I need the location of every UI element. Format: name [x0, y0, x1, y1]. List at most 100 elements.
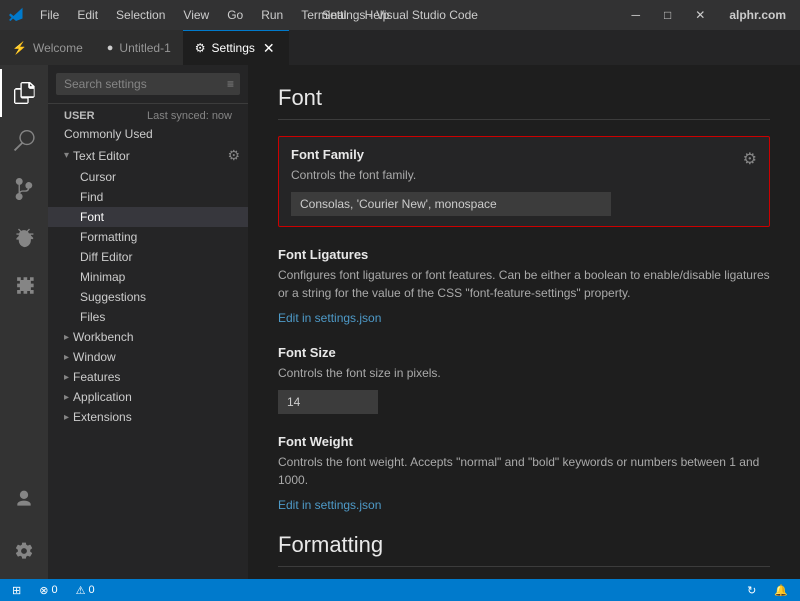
- font-family-gear-icon[interactable]: ⚙: [743, 149, 757, 169]
- sidebar-item-text-editor[interactable]: ▾ Text Editor ⚙: [48, 144, 248, 167]
- menu-run[interactable]: Run: [253, 6, 291, 24]
- close-button[interactable]: ✕: [689, 6, 711, 24]
- sidebar-item-diff-editor[interactable]: Diff Editor: [48, 247, 248, 267]
- sidebar-item-workbench[interactable]: ▸ Workbench: [48, 327, 248, 347]
- diff-editor-label: Diff Editor: [80, 250, 132, 264]
- font-section-heading: Font: [278, 85, 770, 120]
- formatting-section-heading: Formatting: [278, 532, 770, 567]
- sidebar-user-label: User: [64, 110, 95, 122]
- window-title: Settings - Visual Studio Code: [322, 8, 478, 22]
- settings-tab-label: Settings: [212, 41, 255, 55]
- status-right: ↻ 🔔: [743, 584, 792, 597]
- font-weight-link[interactable]: Edit in settings.json: [278, 498, 381, 512]
- title-bar-right: ─ □ ✕ alphr.com: [625, 6, 792, 24]
- activity-explorer[interactable]: [0, 69, 48, 117]
- window-label: Window: [73, 350, 116, 364]
- files-label: Files: [80, 310, 105, 324]
- search-input[interactable]: [56, 73, 240, 95]
- font-family-setting: Font Family Controls the font family. ⚙: [278, 136, 770, 227]
- activity-bar: [0, 65, 48, 579]
- suggestions-label: Suggestions: [80, 290, 146, 304]
- text-editor-expand-icon: ▾: [64, 150, 69, 161]
- features-label: Features: [73, 370, 120, 384]
- sidebar-item-minimap[interactable]: Minimap: [48, 267, 248, 287]
- sync-icon: ↻: [747, 584, 756, 597]
- menu-file[interactable]: File: [32, 6, 67, 24]
- sidebar-item-files[interactable]: Files: [48, 307, 248, 327]
- tab-welcome[interactable]: ⚡ Welcome: [0, 30, 95, 65]
- sidebar-item-commonly-used[interactable]: Commonly Used: [48, 124, 248, 144]
- font-size-input[interactable]: [278, 390, 378, 414]
- activity-scm[interactable]: [0, 165, 48, 213]
- remote-status[interactable]: ⊞: [8, 584, 25, 597]
- tab-untitled[interactable]: ● Untitled-1: [95, 30, 183, 65]
- font-ligatures-desc: Configures font ligatures or font featur…: [278, 266, 770, 302]
- vscode-logo-icon: [8, 7, 24, 23]
- activity-manage[interactable]: [0, 527, 48, 575]
- errors-status[interactable]: ⊗ 0: [35, 584, 61, 597]
- menu-go[interactable]: Go: [219, 6, 251, 24]
- workbench-label: Workbench: [73, 330, 133, 344]
- activity-debug[interactable]: [0, 213, 48, 261]
- font-weight-title: Font Weight: [278, 434, 770, 449]
- tab-settings[interactable]: ⚙ Settings ✕: [183, 30, 289, 65]
- warnings-status[interactable]: ⚠ 0: [72, 584, 99, 597]
- activity-accounts[interactable]: [0, 475, 48, 523]
- sidebar-item-window[interactable]: ▸ Window: [48, 347, 248, 367]
- maximize-button[interactable]: □: [658, 6, 677, 24]
- sync-status-icon[interactable]: ↻: [743, 584, 760, 597]
- title-bar: File Edit Selection View Go Run Terminal…: [0, 0, 800, 30]
- font-family-desc: Controls the font family.: [291, 166, 735, 184]
- menu-edit[interactable]: Edit: [69, 6, 106, 24]
- untitled-tab-icon: ●: [107, 42, 114, 54]
- bell-icon: 🔔: [774, 584, 788, 597]
- warning-icon: ⚠: [76, 584, 86, 597]
- application-expand-icon: ▸: [64, 392, 69, 403]
- sidebar-item-features[interactable]: ▸ Features: [48, 367, 248, 387]
- font-family-input[interactable]: [291, 192, 611, 216]
- sidebar-item-formatting[interactable]: Formatting: [48, 227, 248, 247]
- font-weight-setting: Font Weight Controls the font weight. Ac…: [278, 434, 770, 512]
- filter-icon: ≡: [227, 77, 234, 91]
- error-icon: ⊗: [39, 584, 48, 597]
- font-ligatures-link[interactable]: Edit in settings.json: [278, 311, 381, 325]
- minimize-button[interactable]: ─: [625, 6, 646, 24]
- settings-content: Font Font Family Controls the font famil…: [248, 65, 800, 579]
- extensions-expand-icon: ▸: [64, 412, 69, 423]
- sidebar-item-cursor[interactable]: Cursor: [48, 167, 248, 187]
- features-expand-icon: ▸: [64, 372, 69, 383]
- sidebar-item-extensions[interactable]: ▸ Extensions: [48, 407, 248, 427]
- sidebar-item-font[interactable]: Font: [48, 207, 248, 227]
- welcome-tab-icon: ⚡: [12, 41, 27, 55]
- search-box: ≡: [48, 65, 248, 104]
- window-expand-icon: ▸: [64, 352, 69, 363]
- formatting-label: Formatting: [80, 230, 137, 244]
- sync-status: Last synced: now: [147, 110, 232, 122]
- error-count: 0: [51, 584, 57, 596]
- settings-tab-close[interactable]: ✕: [261, 40, 277, 56]
- activity-extensions[interactable]: [0, 261, 48, 309]
- menu-selection[interactable]: Selection: [108, 6, 173, 24]
- extensions-label: Extensions: [73, 410, 132, 424]
- sidebar: ≡ User Last synced: now Commonly Used ▾ …: [48, 65, 248, 579]
- font-label: Font: [80, 210, 104, 224]
- font-size-desc: Controls the font size in pixels.: [278, 364, 770, 382]
- sidebar-item-application[interactable]: ▸ Application: [48, 387, 248, 407]
- sidebar-item-find[interactable]: Find: [48, 187, 248, 207]
- text-editor-gear-icon: ⚙: [227, 147, 240, 164]
- find-label: Find: [80, 190, 103, 204]
- font-weight-desc: Controls the font weight. Accepts "norma…: [278, 453, 770, 489]
- welcome-tab-label: Welcome: [33, 41, 83, 55]
- sidebar-item-suggestions[interactable]: Suggestions: [48, 287, 248, 307]
- remote-icon: ⊞: [12, 584, 21, 597]
- minimap-label: Minimap: [80, 270, 125, 284]
- font-ligatures-title: Font Ligatures: [278, 247, 770, 262]
- application-label: Application: [73, 390, 132, 404]
- commonly-used-label: Commonly Used: [64, 127, 153, 141]
- font-size-title: Font Size: [278, 345, 770, 360]
- menu-view[interactable]: View: [175, 6, 217, 24]
- notifications-status[interactable]: 🔔: [770, 584, 792, 597]
- workbench-expand-icon: ▸: [64, 332, 69, 343]
- activity-search[interactable]: [0, 117, 48, 165]
- brand-logo: alphr.com: [723, 6, 792, 24]
